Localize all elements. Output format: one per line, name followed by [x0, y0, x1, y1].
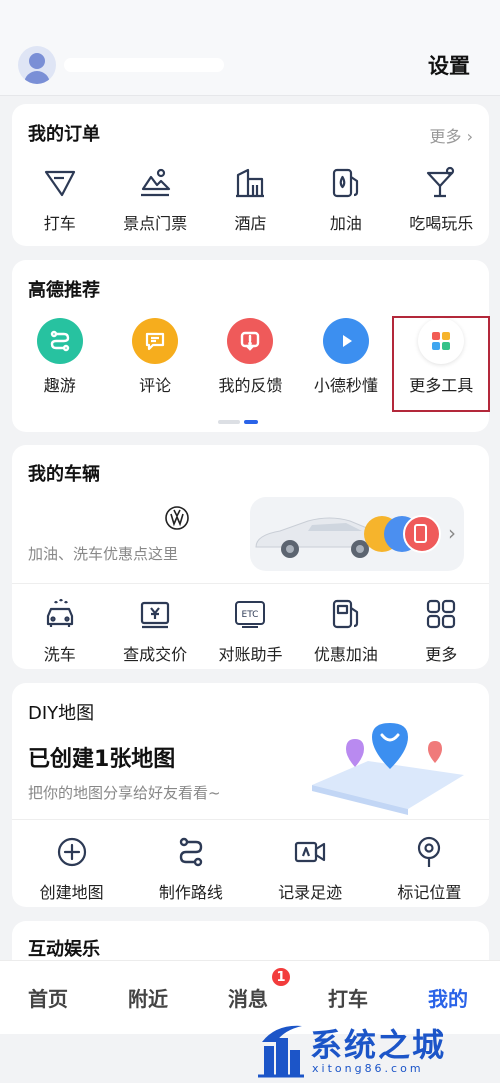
avatar-head-shape: [29, 53, 45, 69]
diy-item-label: 记录足迹: [278, 883, 343, 902]
tab-home[interactable]: 首页: [28, 983, 68, 1012]
recommend-item-quyou[interactable]: 趣游: [12, 318, 107, 396]
username-redacted[interactable]: [64, 58, 224, 72]
order-item-fuel[interactable]: 加油: [298, 164, 393, 234]
recommend-item-feedback[interactable]: 我的反馈: [203, 318, 298, 396]
pin-icon: [410, 833, 448, 871]
vw-logo-icon: [164, 505, 190, 531]
order-item-taxi[interactable]: 打车: [12, 164, 107, 234]
avatar-body-shape: [24, 71, 50, 84]
fuel-icon: [327, 164, 365, 202]
order-item-label: 加油: [329, 214, 362, 233]
settings-button[interactable]: 设置: [428, 50, 470, 80]
page-dot: [218, 420, 240, 424]
message-badge: 1: [270, 966, 292, 988]
vehicle-item-label: 查成交价: [123, 645, 188, 664]
watermark-text: 系统之城: [310, 1026, 447, 1064]
hotel-icon: [231, 164, 269, 202]
vehicle-item-label: 更多: [425, 645, 458, 664]
vehicle-item-price[interactable]: 查成交价: [107, 595, 202, 665]
recommend-item-xiaode[interactable]: 小德秒懂: [298, 318, 393, 396]
vehicle-title: 我的车辆: [28, 464, 100, 485]
order-item-label: 吃喝玩乐: [409, 214, 474, 233]
plus-circle-icon: [53, 833, 91, 871]
fuel-icon: [327, 595, 365, 633]
watermark: 系统之城 xitong86.com: [250, 1018, 500, 1083]
order-item-scenic-ticket[interactable]: 景点门票: [107, 164, 202, 234]
vehicle-item-etc[interactable]: ETC 对账助手: [203, 595, 298, 665]
order-item-label: 打车: [43, 214, 76, 233]
recommend-title: 高德推荐: [28, 280, 100, 301]
orders-more-label: 更多: [429, 127, 462, 146]
chevron-right-icon: ›: [448, 521, 456, 545]
diy-item-label: 制作路线: [158, 883, 223, 902]
recommend-item-comment[interactable]: 评论: [107, 318, 202, 396]
play-icon: [322, 318, 369, 364]
vehicle-subtitle: 加油、洗车优惠点这里: [28, 545, 179, 563]
diy-item-label: 标记位置: [397, 883, 462, 902]
order-item-entertainment[interactable]: 吃喝玩乐: [394, 164, 489, 234]
car-illustration-icon: [255, 515, 441, 558]
tab-mine[interactable]: 我的: [428, 983, 468, 1012]
order-item-label: 酒店: [234, 214, 267, 233]
scenic-ticket-icon: [136, 164, 174, 202]
comment-icon: [132, 318, 179, 364]
orders-more-link[interactable]: 更多 ›: [429, 123, 473, 147]
diy-item-label: 创建地图: [39, 883, 104, 902]
video-icon: [291, 833, 329, 871]
chevron-right-icon: ›: [466, 127, 473, 146]
vehicle-item-discount-fuel[interactable]: 优惠加油: [298, 595, 393, 665]
order-item-hotel[interactable]: 酒店: [203, 164, 298, 234]
recommend-item-label: 我的反馈: [218, 376, 283, 395]
diy-title[interactable]: 已创建1张地图: [28, 741, 175, 773]
entertainment-title: 互动娱乐: [28, 939, 100, 960]
cocktail-icon: [422, 164, 460, 202]
vehicle-item-label: 洗车: [43, 645, 76, 664]
etc-icon: ETC: [231, 595, 269, 633]
diy-item-record-footprint[interactable]: 记录足迹: [251, 833, 370, 903]
vehicle-promo-banner[interactable]: ›: [250, 497, 464, 571]
profile-header: 设置: [0, 0, 500, 96]
car-wash-icon: [41, 595, 79, 633]
page-dot-active: [244, 420, 258, 424]
tab-nearby[interactable]: 附近: [128, 983, 168, 1012]
recommend-item-label: 小德秒懂: [313, 376, 378, 395]
vehicle-item-label: 优惠加油: [313, 645, 378, 664]
watermark-url: xitong86.com: [312, 1062, 424, 1075]
taxi-icon: [41, 164, 79, 202]
tab-taxi[interactable]: 打车: [328, 983, 368, 1012]
price-icon: [136, 595, 174, 633]
map-illustration-icon: [312, 723, 464, 815]
recommend-item-label: 趣游: [43, 376, 76, 395]
divider: [12, 583, 489, 584]
route-icon: [36, 318, 83, 364]
svg-text:ETC: ETC: [242, 610, 259, 620]
route-icon: [172, 833, 210, 871]
vehicle-item-label: 对账助手: [218, 645, 283, 664]
orders-title: 我的订单: [28, 124, 100, 145]
vehicle-card: 我的车辆 加油、洗车优惠点这里 › 洗车 查成交价 ETC 对账助手 优惠加油 …: [12, 445, 489, 669]
diy-item-create-map[interactable]: 创建地图: [12, 833, 131, 903]
diy-item-mark-location[interactable]: 标记位置: [370, 833, 489, 903]
diy-item-make-route[interactable]: 制作路线: [131, 833, 250, 903]
diy-subtitle: 把你的地图分享给好友看看~: [28, 784, 221, 802]
tab-messages[interactable]: 消息: [228, 983, 268, 1012]
diy-card: DIY地图 已创建1张地图 把你的地图分享给好友看看~ 创建地图 制作路线 记录…: [12, 683, 489, 907]
grid-icon: [422, 595, 460, 633]
order-item-label: 景点门票: [123, 214, 188, 233]
watermark-logo-icon: [258, 1025, 304, 1078]
avatar[interactable]: [18, 46, 56, 84]
vehicle-item-more[interactable]: 更多: [394, 595, 489, 665]
highlight-box: [392, 316, 490, 412]
diy-section-title: DIY地图: [28, 703, 95, 724]
page-indicator: [218, 420, 258, 424]
feedback-icon: [227, 318, 274, 364]
vehicle-banner[interactable]: 加油、洗车优惠点这里 ›: [12, 495, 489, 575]
orders-card: 我的订单 更多 › 打车 景点门票 酒店 加油 吃喝玩乐: [12, 104, 489, 246]
recommend-item-label: 评论: [139, 376, 172, 395]
vehicle-item-car-wash[interactable]: 洗车: [12, 595, 107, 665]
divider: [12, 819, 489, 820]
